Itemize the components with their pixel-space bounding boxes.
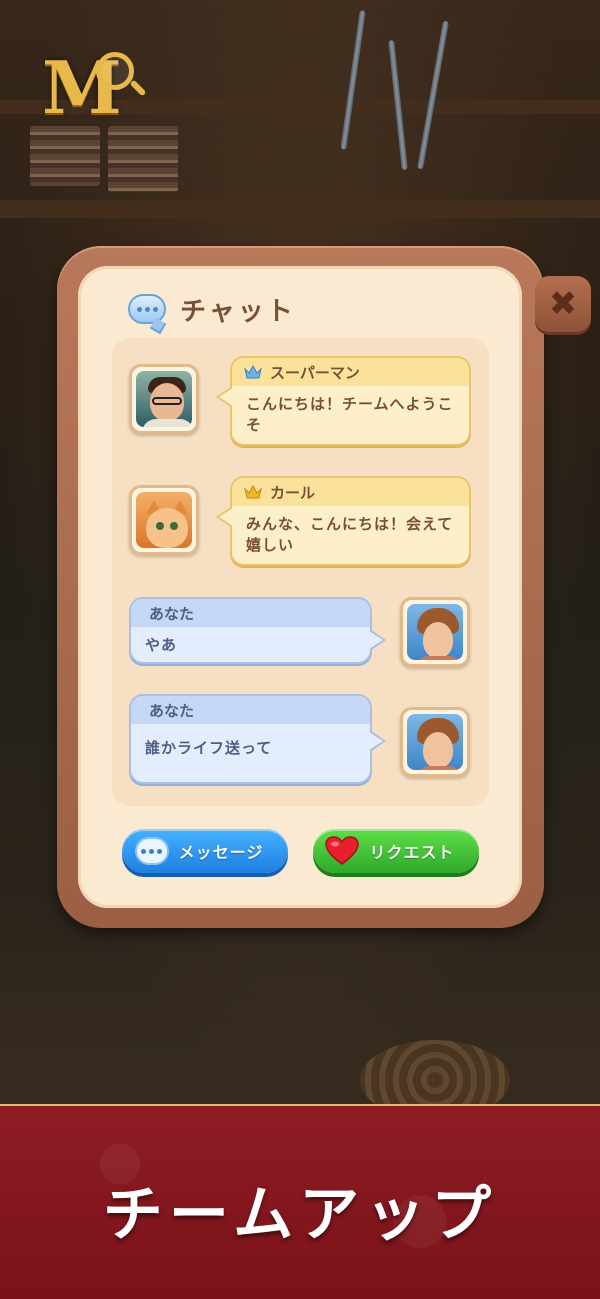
avatar-karl[interactable] — [129, 485, 199, 555]
sender-name: カール — [270, 483, 316, 502]
message-text: やあ — [145, 636, 178, 654]
sender-name: スーパーマン — [270, 363, 360, 382]
message-button-label: メッセージ — [178, 843, 264, 862]
message-text: こんにちは！チームへようこそ — [246, 395, 454, 434]
crown-icon — [244, 485, 262, 499]
list-item: あなた 誰かライフ送って — [129, 694, 386, 784]
cat-avatar-image — [136, 492, 192, 548]
chat-bubble-icon — [128, 294, 166, 324]
sender-name: あなた — [149, 701, 195, 720]
avatar-you[interactable] — [400, 707, 470, 777]
request-button-label: リクエスト — [369, 843, 455, 862]
chat-header: チャット — [128, 288, 296, 330]
heart-icon — [325, 836, 360, 865]
sender-name: あなた — [149, 604, 195, 623]
list-item: あなた やあ — [129, 597, 386, 664]
woman-avatar-image — [407, 604, 463, 660]
avatar-superman[interactable] — [129, 364, 199, 434]
request-button[interactable]: リクエスト — [313, 829, 479, 873]
close-button[interactable]: ✖ — [535, 276, 591, 332]
woman-avatar-image — [407, 714, 463, 770]
list-item: スーパーマン こんにちは！チームへようこそ — [216, 356, 471, 446]
man-avatar-image — [136, 371, 192, 427]
chat-bubble-icon — [134, 837, 169, 865]
close-icon: ✖ — [548, 284, 578, 324]
chat-title: チャット — [180, 296, 296, 327]
avatar-you[interactable] — [400, 597, 470, 667]
magnifier-icon — [96, 52, 134, 90]
banner-title: チームアップ — [102, 1180, 498, 1250]
crown-icon — [244, 365, 262, 379]
game-logo: M — [42, 48, 152, 128]
list-item: カール みんな、こんにちは！会えて嬉しい — [216, 476, 471, 566]
message-text: 誰かライフ送って — [145, 739, 273, 757]
message-button[interactable]: メッセージ — [122, 829, 288, 873]
message-text: みんな、こんにちは！会えて嬉しい — [246, 515, 454, 554]
